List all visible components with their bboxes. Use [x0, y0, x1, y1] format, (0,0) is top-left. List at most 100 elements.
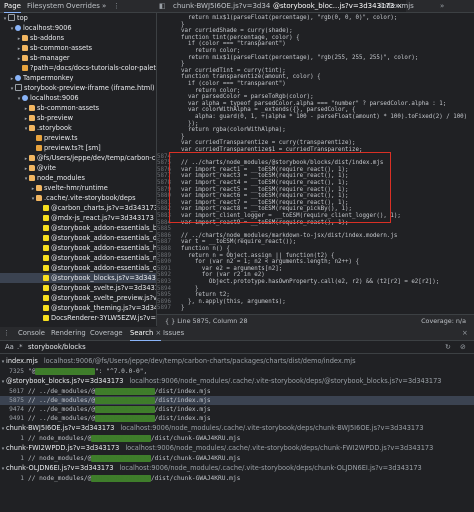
result-file-header[interactable]: ▾ index.mjs localhost:9006/@fs/Users/jeppe…	[0, 356, 474, 366]
code-editor[interactable]: return mix$1(parseFloat(percentage), "rg…	[157, 13, 474, 314]
tree-item[interactable]: preview.ts	[0, 133, 156, 143]
result-file-header[interactable]: ▾ chunk-BWJ5I6OE.js?v=3d343173 localhost:9…	[0, 423, 474, 433]
more-options-icon[interactable]: ⋮	[113, 0, 120, 12]
result-file-header[interactable]: ▾ chunk-FWI2WPDD.js?v=3d343173 localhost:9…	[0, 443, 474, 453]
tree-item[interactable]: ▸ @vite	[0, 163, 156, 173]
more-editor-tabs-icon[interactable]: »	[440, 0, 444, 12]
tree-item[interactable]: @mdx-js_react.js?v=3d343173	[0, 213, 156, 223]
drawer-tab-bar: ⋮ Console Rendering Coverage Search × Is…	[0, 327, 474, 341]
more-tabs-button[interactable]: »	[102, 0, 106, 12]
result-text: // ../de_modules/@	[28, 388, 96, 395]
refresh-icon[interactable]: ↻	[445, 341, 451, 353]
result-line-number: 5017	[9, 388, 24, 395]
search-input[interactable]	[28, 342, 328, 352]
result-line[interactable]: 1 // node_modules/@storybook/blocks/dist/…	[0, 454, 474, 463]
tree-item[interactable]: ▾ localhost:9006	[0, 23, 156, 33]
folder-icon	[36, 195, 42, 201]
result-line[interactable]: 7325 "@storybook/blocks": "^7.0.0-0",	[0, 367, 474, 376]
tree-item[interactable]: ▾ .cache/.vite-storybook/deps	[0, 193, 156, 203]
editor-tab-index-mjs[interactable]: index.mjs	[377, 0, 417, 12]
code-text: Object.prototype.hasOwnProperty.call(e2,…	[174, 279, 440, 285]
code-text: return rgba(colorWithAlpha);	[174, 127, 286, 134]
tab-search[interactable]: Search ×	[130, 327, 162, 341]
js-icon	[43, 265, 49, 271]
code-text: var curriedShade = curry(shade);	[174, 28, 293, 35]
result-text: /dist/index.mjs	[154, 397, 211, 404]
tree-item[interactable]: ▸ Tampermonkey	[0, 73, 156, 83]
tree-item[interactable]: preview.ts?t [sm]	[0, 143, 156, 153]
result-file-header[interactable]: ▾ @storybook_blocks.js?v=3d343173 localhos…	[0, 376, 474, 386]
tree-item[interactable]: @storybook_theming.js?v=3d343173	[0, 303, 157, 313]
close-icon[interactable]: ×	[156, 329, 162, 337]
result-file-name: chunk-OLJDN6EI.js?v=3d343173	[6, 464, 114, 472]
regex-button[interactable]: .*	[17, 342, 23, 352]
result-line[interactable]: 5875 // ../de_modules/@storybook/blocks/d…	[0, 396, 474, 405]
tree-item[interactable]: @storybook_blocks.js?v=3d343173	[0, 273, 156, 283]
result-line[interactable]: 9491 // ../de_modules/@storybook/blocks/d…	[0, 414, 474, 423]
tree-item[interactable]: DocsRenderer-3YLW5EZW.js?v=3d343	[0, 313, 156, 323]
tree-item[interactable]: @carbon_charts.js?v=3d343173	[0, 203, 156, 213]
tree-item-label: @storybook_theming.js?v=3d343173	[51, 304, 157, 312]
code-text: return mix$1(parseFloat(percentage), "rg…	[174, 15, 398, 21]
close-drawer-icon[interactable]: ×	[462, 327, 468, 340]
tree-item[interactable]: ▾ node_modules	[0, 173, 156, 183]
tree-item[interactable]: ▸ svelte-hmr/runtime	[0, 183, 156, 193]
tree-item[interactable]: ?path=/docs/docs-tutorials-color-palette…	[0, 63, 156, 73]
result-file-path: localhost:9006/node_modules/.cache/.vite…	[125, 444, 434, 452]
tab-issues[interactable]: Issues	[163, 327, 184, 340]
clear-icon[interactable]: ⊘	[460, 341, 466, 353]
result-file-name: index.mjs	[6, 357, 38, 365]
tab-filesystem[interactable]: Filesystem	[27, 0, 64, 12]
result-line-number: 9491	[9, 415, 24, 422]
tab-rendering[interactable]: Rendering	[51, 327, 86, 340]
code-text: return color;	[174, 87, 241, 94]
code-text: if (color === "transparent")	[174, 81, 286, 87]
tree-item[interactable]: ▸ sb-common-assets	[0, 103, 156, 113]
tree-item[interactable]: ▸ sb-common-assets	[0, 43, 156, 53]
code-text: var import_react4 = __toESM(require_reac…	[174, 180, 349, 186]
result-line[interactable]: 5017 // ../de_modules/@storybook/blocks/d…	[0, 387, 474, 396]
result-match-highlight: storybook/blocks	[91, 455, 151, 462]
code-text: }	[174, 21, 185, 28]
js-icon	[43, 205, 49, 211]
result-file-header[interactable]: ▾ chunk-OLJDN6EI.js?v=3d343173 localhost:9…	[0, 463, 474, 473]
tree-item[interactable]: @storybook_addon-essentials_outline_	[0, 263, 156, 273]
result-line[interactable]: 9474 // ../de_modules/@storybook/blocks/d…	[0, 405, 474, 414]
tree-item[interactable]: ▾ localhost:9006	[0, 93, 156, 103]
result-line-number: 1	[20, 435, 24, 442]
code-line: 5884 var import_react9 = __toESM(require…	[157, 220, 348, 227]
tree-item[interactable]: ▾ .storybook	[0, 123, 156, 133]
tree-item[interactable]: ▾ storybook-preview-iframe (iframe.html)	[0, 83, 156, 93]
tab-overrides[interactable]: Overrides	[66, 0, 100, 12]
drawer-menu-icon[interactable]: ⋮	[3, 327, 10, 340]
folder-icon	[29, 175, 35, 181]
tree-item[interactable]: @storybook_svelte_preview.js?v=3d343	[0, 293, 156, 303]
folder-icon	[29, 105, 35, 111]
tree-item-label: sb-addons	[30, 34, 65, 42]
tab-console[interactable]: Console	[18, 327, 45, 340]
tree-item[interactable]: @storybook_addon-essentials_highlight	[0, 243, 156, 253]
tree-item[interactable]: ▸ sb-addons	[0, 33, 156, 43]
tree-item[interactable]: ▾ top	[0, 13, 156, 23]
tree-item[interactable]: ▸ sb-manager	[0, 53, 156, 63]
result-file-name: chunk-BWJ5I6OE.js?v=3d343173	[6, 424, 115, 432]
result-line[interactable]: 1 // node_modules/@storybook/blocks/dist/…	[0, 434, 474, 443]
result-line[interactable]: 1 // node_modules/@storybook/blocks/dist/…	[0, 474, 474, 483]
tab-page[interactable]: Page	[4, 0, 21, 13]
toggle-navigator-icon[interactable]: ◧	[159, 0, 166, 12]
folder-icon	[22, 55, 28, 61]
frame-icon	[15, 84, 22, 91]
tab-coverage[interactable]: Coverage	[90, 327, 123, 340]
tree-item[interactable]: @storybook_addon-essentials_backgrou	[0, 223, 156, 233]
file-tree: ▾ top ▾ localhost:9006 ▸ sb-addons ▸ sb-common-…	[0, 13, 157, 326]
tree-item[interactable]: @storybook_addon-essentials_docs_mdx	[0, 233, 157, 243]
tree-item[interactable]: ▸ sb-preview	[0, 113, 156, 123]
match-case-button[interactable]: Aa	[5, 342, 14, 352]
tree-item[interactable]: @storybook_svelte.js?v=3d343173	[0, 283, 156, 293]
tree-item-label: @storybook_addon-essentials_docs_mdx	[51, 234, 157, 242]
tree-item-label: sb-manager	[30, 54, 70, 62]
code-text: alpha: guard(0, 1, +(alpha * 100 - parse…	[174, 114, 468, 120]
tree-item[interactable]: ▸@fs/Users/jeppe/dev/temp/carbon-charts/	[0, 153, 156, 163]
result-text: // node_modules/@	[28, 455, 92, 462]
tree-item[interactable]: @storybook_addon-essentials_measure_	[0, 253, 156, 263]
